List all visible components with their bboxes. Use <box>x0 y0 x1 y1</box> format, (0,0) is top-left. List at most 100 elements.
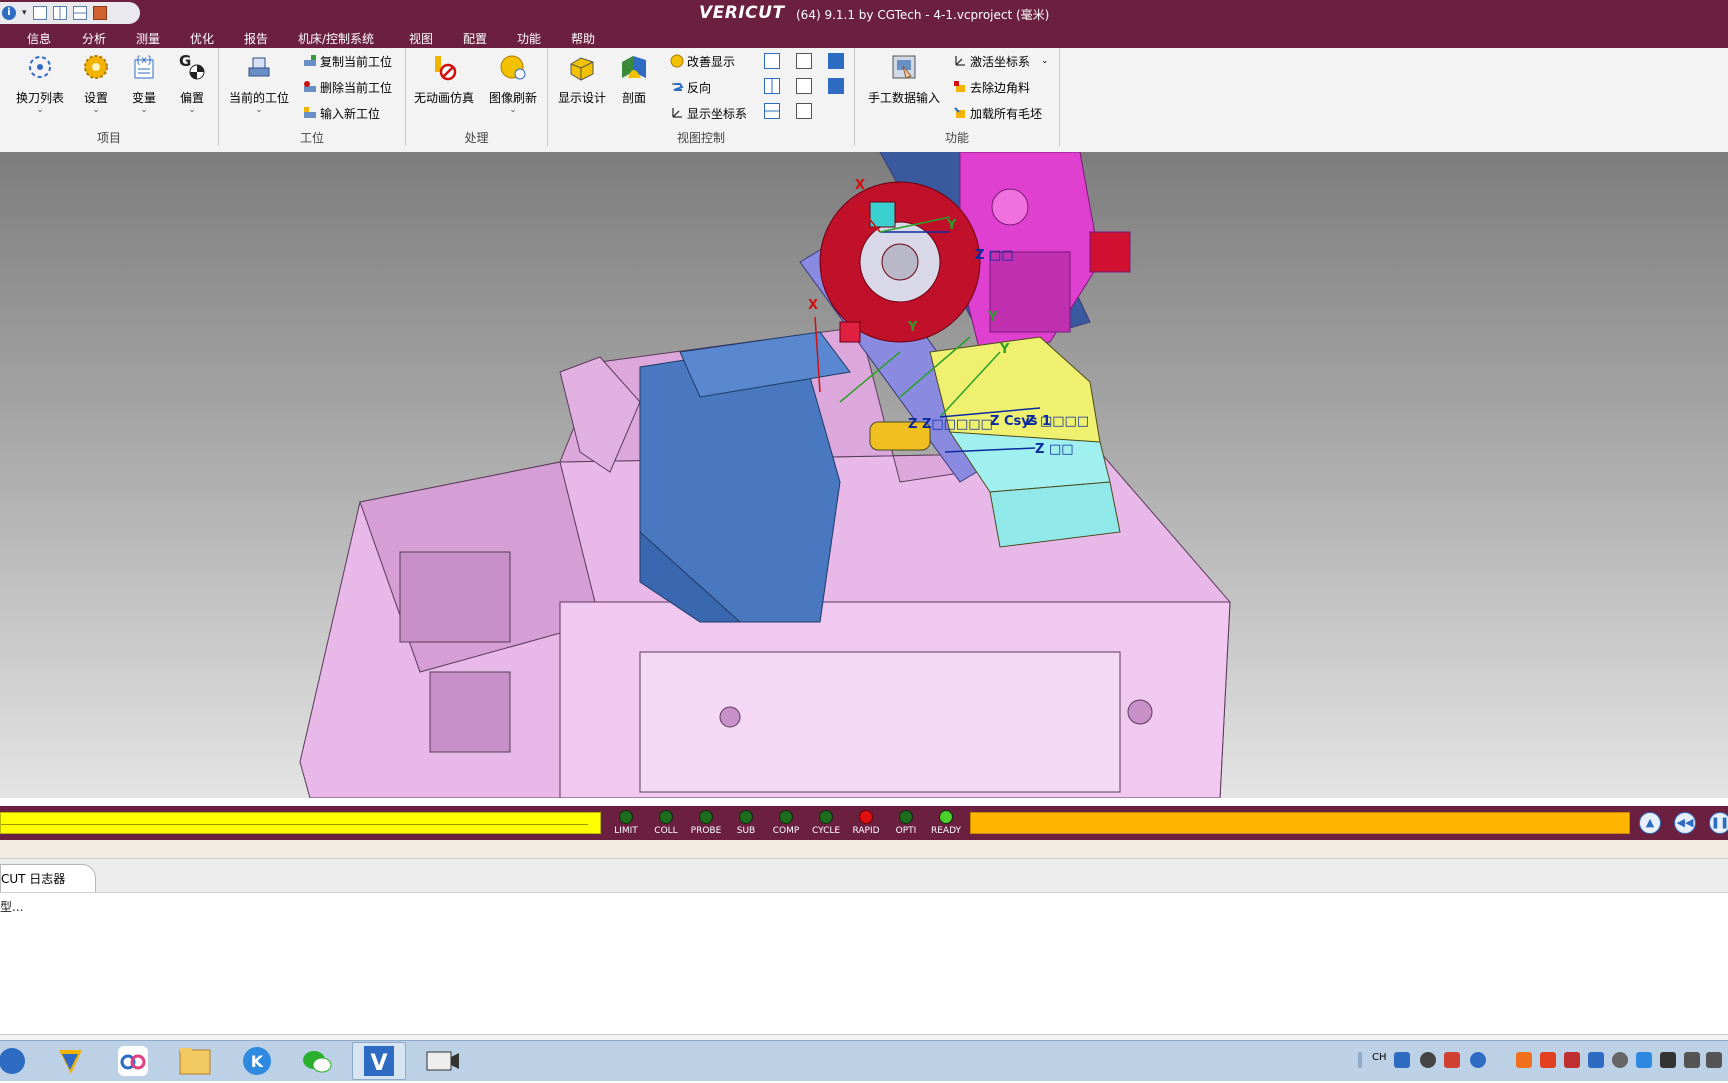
ribbon: 换刀列表 ⌄ 设置 ⌄ {x} 变量 ⌄ G 偏置 ⌄ 项目 当前的工位 ⌄ 复… <box>0 48 1728 153</box>
coordinate-system-icon <box>955 56 965 66</box>
menu-analysis[interactable]: 分析 <box>82 30 106 47</box>
ribbon-group-function: 手工数据输入 激活坐标系 ⌄ 去除边角料 加载所有毛坯 功能 <box>855 48 1060 146</box>
tray-app-icon[interactable] <box>1394 1052 1410 1068</box>
tray-app-icon[interactable] <box>1564 1052 1580 1068</box>
menu-help[interactable]: 帮助 <box>571 30 595 47</box>
layout-single-icon[interactable] <box>32 6 47 20</box>
tool-list-button[interactable]: 换刀列表 ⌄ <box>14 52 66 115</box>
display-design-label: 显示设计 <box>557 91 606 105</box>
app-logo: VERICUT <box>699 3 785 23</box>
layout-split-vertical-icon[interactable] <box>52 6 67 20</box>
no-animation-button[interactable]: 无动画仿真 <box>412 52 476 106</box>
chevron-down-icon: ⌄ <box>509 105 517 115</box>
tray-app-icon[interactable] <box>1470 1052 1486 1068</box>
improve-display-button[interactable]: 改善显示 <box>670 51 735 71</box>
reset-icon[interactable]: ▲ <box>1639 812 1661 834</box>
app-icon-nx[interactable] <box>44 1042 98 1080</box>
image-refresh-label: 图像刷新 <box>488 91 537 105</box>
view-split-vertical-icon[interactable] <box>764 78 780 94</box>
led-label: PROBE <box>690 826 722 836</box>
load-stock-button[interactable]: 加载所有毛坯 <box>953 103 1042 123</box>
settings-button[interactable]: 设置 ⌄ <box>76 52 116 115</box>
tray-app-icon[interactable] <box>1636 1052 1652 1068</box>
view-single-icon[interactable] <box>764 53 780 69</box>
led-label: SUB <box>736 826 756 836</box>
axis-label-x: X <box>808 298 819 313</box>
chevron-down-icon[interactable]: ⌄ <box>1041 56 1049 66</box>
show-csys-button[interactable]: 显示坐标系 <box>670 103 747 123</box>
delete-setup-button[interactable]: 删除当前工位 <box>303 77 392 97</box>
delete-setup-icon <box>304 81 316 92</box>
app-icon-file-explorer[interactable] <box>168 1042 222 1080</box>
remove-chamfer-label: 去除边角料 <box>970 80 1031 95</box>
status-led-icon <box>899 810 913 824</box>
volume-icon[interactable] <box>1706 1052 1722 1068</box>
tray-app-icon[interactable] <box>1420 1052 1436 1068</box>
layout-quad-icon[interactable] <box>92 6 107 20</box>
improve-display-icon <box>670 54 684 68</box>
reverse-icon <box>672 82 684 91</box>
ime-icon[interactable]: CH <box>1372 1052 1388 1068</box>
remove-chamfer-icon <box>954 81 965 92</box>
ribbon-group-setup: 当前的工位 ⌄ 复制当前工位 删除当前工位 输入新工位 工位 <box>219 48 406 146</box>
tray-app-icon[interactable] <box>1660 1052 1676 1068</box>
menu-view[interactable]: 视图 <box>409 30 433 47</box>
menu-machine-control[interactable]: 机床/控制系统 <box>298 30 374 47</box>
reverse-button[interactable]: 反向 <box>670 77 711 97</box>
setup-icon <box>248 57 270 77</box>
group-label-view-control: 视图控制 <box>676 131 725 145</box>
app-icon-wechat[interactable] <box>290 1042 344 1080</box>
axis-label-y: Y <box>947 218 957 233</box>
offsets-button[interactable]: G 偏置 ⌄ <box>172 52 212 115</box>
tray-app-icon[interactable] <box>1444 1052 1460 1068</box>
variables-button[interactable]: {x} 变量 ⌄ <box>124 52 164 115</box>
view-layout-grid-icon[interactable] <box>828 78 844 94</box>
axis-label-y: Y <box>1000 342 1010 357</box>
app-icon-vericut[interactable]: V <box>352 1042 406 1080</box>
current-setup-button[interactable]: 当前的工位 ⌄ <box>227 52 291 115</box>
machine-model <box>299 152 1231 798</box>
tray-app-icon[interactable] <box>1540 1052 1556 1068</box>
new-setup-button[interactable]: 输入新工位 <box>303 103 380 123</box>
display-design-button[interactable]: 显示设计 <box>554 52 610 106</box>
tray-app-icon[interactable] <box>1612 1052 1628 1068</box>
tab-logger[interactable]: CUT 日志器 <box>0 864 96 892</box>
info-icon[interactable]: i <box>2 6 16 20</box>
rewind-icon[interactable]: ◀◀ <box>1674 812 1696 834</box>
view-split-horizontal-icon[interactable] <box>764 103 780 119</box>
chevron-down-icon[interactable]: ▾ <box>22 8 27 18</box>
ribbon-group-process: 无动画仿真 图像刷新 ⌄ 处理 <box>406 48 548 146</box>
menu-configure[interactable]: 配置 <box>463 30 487 47</box>
tray-app-icon[interactable] <box>1588 1052 1604 1068</box>
copy-setup-button[interactable]: 复制当前工位 <box>303 51 392 71</box>
led-limit: LIMIT <box>605 810 647 836</box>
mdi-button[interactable]: 手工数据输入 <box>863 52 945 106</box>
led-label: RAPID <box>852 826 880 836</box>
view-layout-4-icon[interactable] <box>828 53 844 69</box>
layout-split-horizontal-icon[interactable] <box>72 6 87 20</box>
chevron-down-icon: ⌄ <box>36 105 44 115</box>
menu-info[interactable]: 信息 <box>27 30 51 47</box>
menu-function[interactable]: 功能 <box>517 30 541 47</box>
quick-access-toolbar: i ▾ <box>0 2 140 24</box>
menu-report[interactable]: 报告 <box>244 30 268 47</box>
menu-optimize[interactable]: 优化 <box>190 30 214 47</box>
section-button[interactable]: 剖面 <box>614 52 654 106</box>
image-refresh-button[interactable]: 图像刷新 ⌄ <box>485 52 541 115</box>
remove-chamfer-button[interactable]: 去除边角料 <box>953 77 1030 97</box>
3d-viewport[interactable]: X Y Z □□ X Y Y Y Z Z□□□□□ Z Csys 1 Z □□□… <box>0 152 1728 798</box>
tool-list-icon <box>29 56 51 78</box>
menu-measure[interactable]: 测量 <box>136 30 160 47</box>
view-orient-icon[interactable] <box>796 103 812 119</box>
app-icon-baidu-netdisk[interactable] <box>106 1042 160 1080</box>
zoom-window-icon[interactable] <box>796 53 812 69</box>
pause-icon[interactable]: ❚❚ <box>1709 812 1728 834</box>
app-icon-recorder[interactable] <box>414 1042 468 1080</box>
app-icon-k[interactable]: K <box>230 1042 284 1080</box>
zoom-fit-icon[interactable] <box>796 78 812 94</box>
activate-csys-button[interactable]: 激活坐标系 ⌄ <box>953 51 1049 71</box>
tray-app-icon[interactable] <box>1516 1052 1532 1068</box>
led-label: COMP <box>772 826 800 836</box>
reverse-label: 反向 <box>687 80 712 95</box>
network-icon[interactable] <box>1684 1052 1700 1068</box>
